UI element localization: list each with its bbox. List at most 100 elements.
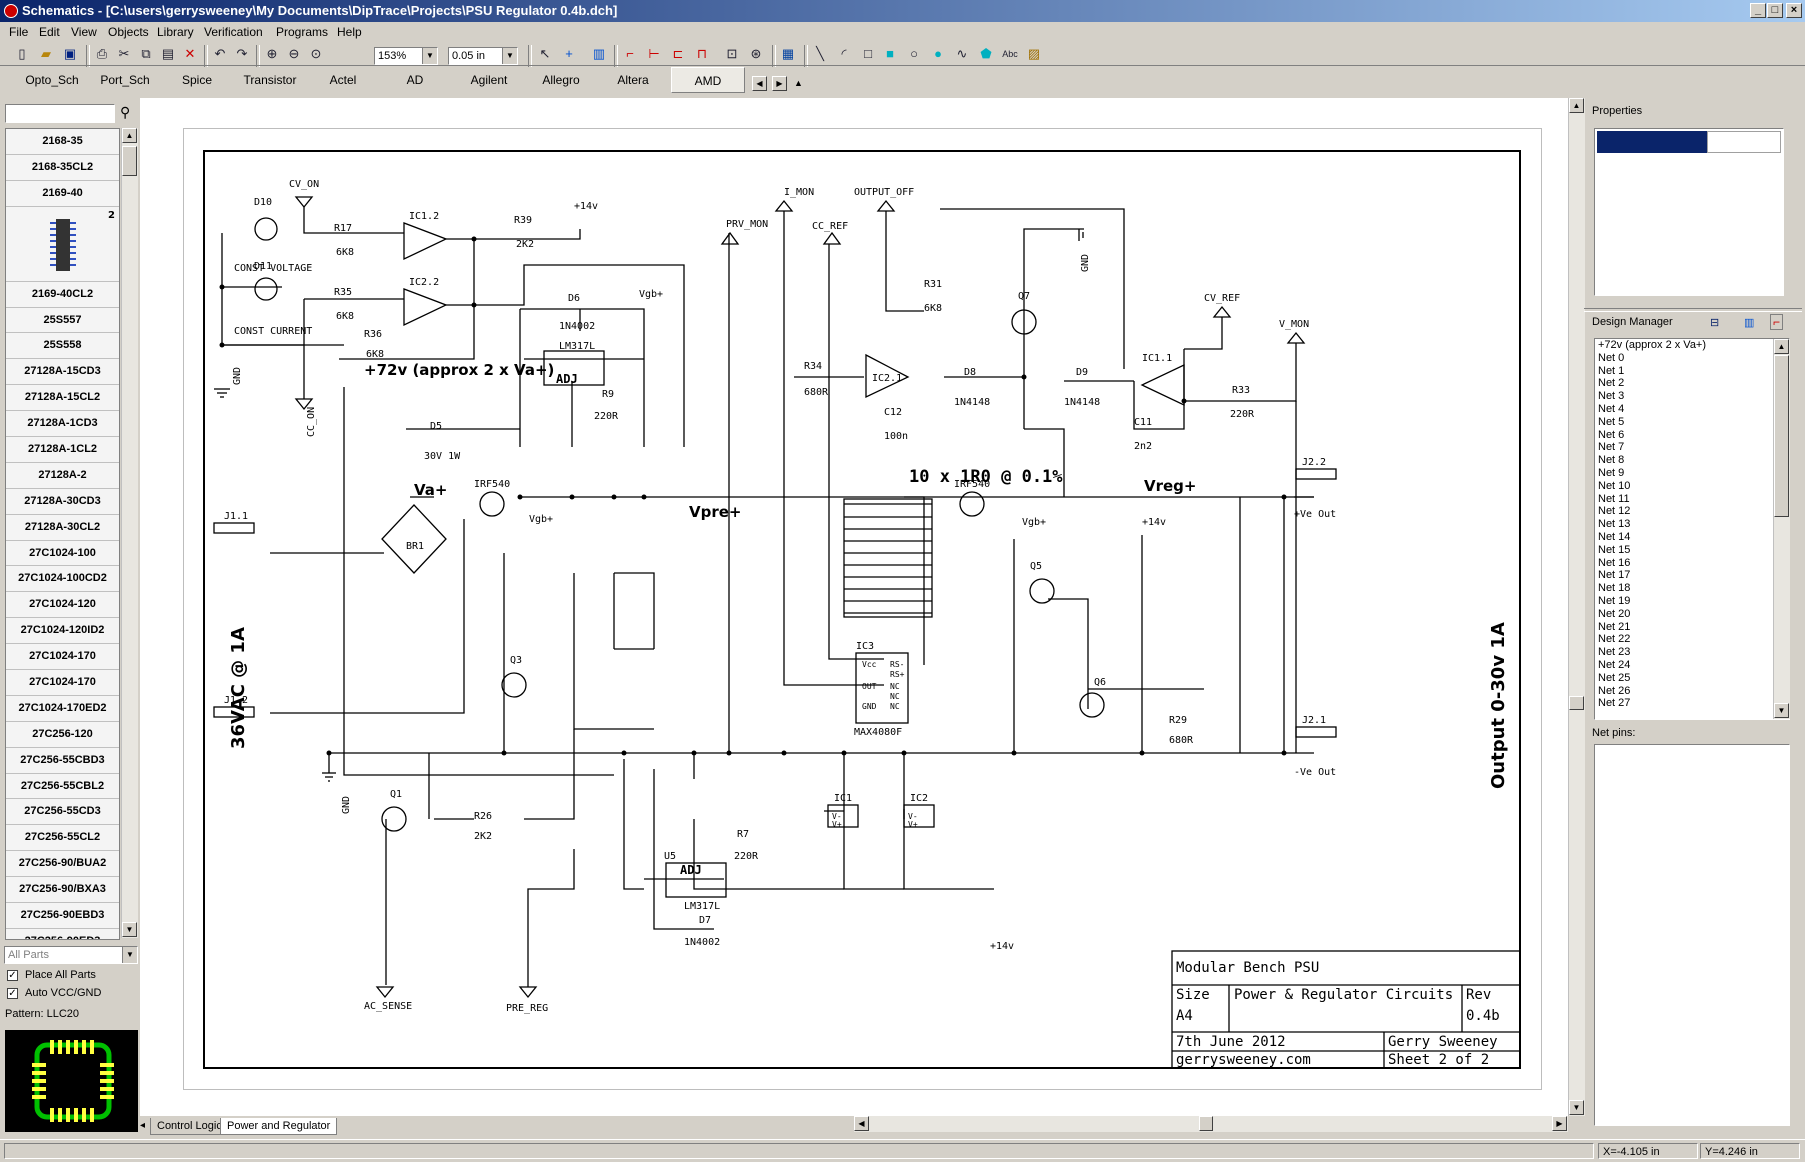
part-list-item[interactable]: 2169-40CL2	[6, 281, 119, 308]
net-list-item[interactable]: Net 10	[1595, 480, 1789, 493]
part-list-item[interactable]: 27128A-15CL2	[6, 385, 119, 412]
library-tab-port-sch[interactable]: Port_Sch	[88, 67, 162, 93]
select-pointer-icon[interactable]: ↖	[535, 44, 555, 64]
net-list-item[interactable]: Net 1	[1595, 365, 1789, 378]
part-search-input[interactable]	[5, 104, 115, 123]
part-list-item[interactable]: 27C256-90EBD3	[6, 903, 119, 929]
paste-icon[interactable]: ▤	[158, 44, 178, 64]
part-list-item[interactable]: 27C256-55CD3	[6, 799, 119, 826]
net-list-item[interactable]: Net 17	[1595, 569, 1789, 582]
net-list-item[interactable]: Net 12	[1595, 505, 1789, 518]
redo-icon[interactable]: ↷	[232, 44, 252, 64]
menu-file[interactable]: File	[9, 25, 28, 39]
net-list[interactable]: +72v (approx 2 x Va+) Net 0 Net 1 Net 2 Net …	[1594, 338, 1790, 720]
part-list-item[interactable]: 27C1024-170	[6, 670, 119, 696]
library-tab-allegro[interactable]: Allegro	[524, 67, 598, 93]
chevron-down-icon[interactable]: ▼	[502, 48, 517, 64]
scroll-thumb[interactable]	[122, 146, 137, 176]
zoom-combo[interactable]: 153% ▼	[374, 47, 438, 65]
net-list-item[interactable]: Net 16	[1595, 557, 1789, 570]
part-list-item[interactable]: 27C256-55CBD3	[6, 747, 119, 774]
filled-rectangle-icon[interactable]: ■	[880, 44, 900, 64]
scroll-thumb[interactable]	[1774, 355, 1789, 517]
library-tab-amd[interactable]: AMD	[671, 67, 745, 93]
library-tab-actel[interactable]: Actel	[306, 67, 380, 93]
print-icon[interactable]: ⎙	[92, 44, 112, 64]
net-list-item[interactable]: Net 0	[1595, 352, 1789, 365]
sheet-tab-control-logic[interactable]: Control Logic	[150, 1118, 229, 1135]
new-file-icon[interactable]: ▯	[12, 44, 32, 64]
part-list-item[interactable]: 27C1024-170ED2	[6, 695, 119, 722]
net-list-item[interactable]: Net 11	[1595, 493, 1789, 506]
component-icon[interactable]: ▥	[589, 44, 609, 64]
part-list-item[interactable]: 25S557	[6, 307, 119, 334]
zoom-out-icon[interactable]: ⊖	[284, 44, 304, 64]
part-list-item[interactable]: 27128A-15CD3	[6, 359, 119, 386]
part-list-item[interactable]: 2169-40	[6, 180, 119, 207]
net-pins-panel[interactable]	[1594, 744, 1790, 1126]
scroll-down-icon[interactable]: ▼	[1774, 703, 1789, 718]
part-list-scrollbar[interactable]: ▲ ▼	[121, 128, 138, 938]
part-list-item[interactable]: 2168-35CL2	[6, 154, 119, 181]
wire-icon[interactable]: ⌐	[620, 44, 640, 64]
part-list-item[interactable]: 27C1024-170	[6, 644, 119, 671]
grid-combo[interactable]: 0.05 in ▼	[448, 47, 518, 65]
net-list-scrollbar[interactable]: ▲ ▼	[1773, 339, 1790, 719]
part-preview[interactable]: 2	[6, 206, 119, 282]
part-list-item[interactable]: 27C256-90/BUA2	[6, 851, 119, 878]
net-list-item[interactable]: Net 22	[1595, 633, 1789, 646]
filled-ellipse-icon[interactable]: ●	[928, 44, 948, 64]
library-tab-opto-sch[interactable]: Opto_Sch	[12, 67, 92, 93]
net-list-item[interactable]: Net 7	[1595, 441, 1789, 454]
open-file-icon[interactable]: ▰	[36, 44, 56, 64]
net-list-item[interactable]: Net 4	[1595, 403, 1789, 416]
net-list-item[interactable]: Net 2	[1595, 377, 1789, 390]
copy-icon[interactable]: ⧉	[136, 44, 156, 64]
text-icon[interactable]: Abc	[1000, 44, 1020, 64]
library-tab-ad[interactable]: AD	[378, 67, 452, 93]
part-list-item[interactable]: 27C1024-120	[6, 592, 119, 619]
net-list-item[interactable]: Net 6	[1595, 429, 1789, 442]
bus-icon[interactable]: ⊢	[644, 44, 664, 64]
sheet-tab-power-regulator[interactable]: Power and Regulator	[220, 1118, 338, 1135]
menu-objects[interactable]: Objects	[108, 25, 149, 39]
scroll-down-icon[interactable]: ▼	[1569, 1100, 1584, 1115]
property-value-field[interactable]	[1707, 131, 1781, 153]
net-list-item[interactable]: Net 5	[1595, 416, 1789, 429]
dm-tree-icon[interactable]: ⊟	[1710, 316, 1719, 329]
part-list-item[interactable]: 25S558	[6, 333, 119, 360]
chevron-down-icon[interactable]: ▼	[422, 48, 437, 64]
hierarchy-icon[interactable]: ⊓	[692, 44, 712, 64]
rectangle-icon[interactable]: □	[858, 44, 878, 64]
save-icon[interactable]: ▣	[60, 44, 80, 64]
menu-edit[interactable]: Edit	[39, 25, 60, 39]
net-check-icon[interactable]: ⊛	[746, 44, 766, 64]
dm-nets-icon[interactable]: ⌐	[1770, 314, 1784, 330]
net-list-item[interactable]: Net 14	[1595, 531, 1789, 544]
place-all-checkbox[interactable]: ✓	[7, 970, 18, 981]
net-list-item[interactable]: Net 15	[1595, 544, 1789, 557]
part-list[interactable]: 2168-35 2168-35CL2 2169-40 2 2169-40CL2 25S55…	[5, 128, 120, 940]
arc-icon[interactable]: ◜	[834, 44, 854, 64]
part-list-item[interactable]: 27128A-1CL2	[6, 437, 119, 463]
undo-icon[interactable]: ↶	[210, 44, 230, 64]
canvas-vscrollbar[interactable]: ▲ ▼	[1568, 98, 1585, 1116]
net-list-item[interactable]: Net 18	[1595, 582, 1789, 595]
polygon-icon[interactable]: ⬟	[976, 44, 996, 64]
net-list-item[interactable]: Net 8	[1595, 454, 1789, 467]
schematic-sheet[interactable]: Modular Bench PSU Size A4 Power & Regula…	[183, 128, 1542, 1090]
net-list-item[interactable]: Net 24	[1595, 659, 1789, 672]
part-list-item[interactable]: 27C256-55CBL2	[6, 773, 119, 800]
part-filter-select[interactable]: All Parts ▼	[4, 946, 138, 964]
net-list-item[interactable]: Net 27	[1595, 697, 1789, 710]
library-menu-icon[interactable]: ▲	[794, 78, 803, 88]
sheet-tabs-scroll-icon[interactable]: ◂	[140, 1120, 145, 1131]
net-list-item[interactable]: Net 26	[1595, 685, 1789, 698]
net-list-item[interactable]: Net 9	[1595, 467, 1789, 480]
zoom-window-icon[interactable]: ⊙	[306, 44, 326, 64]
net-list-item[interactable]: +72v (approx 2 x Va+)	[1595, 339, 1789, 352]
maximize-button[interactable]: □	[1767, 3, 1783, 18]
scroll-thumb[interactable]	[1199, 1116, 1213, 1131]
dm-components-icon[interactable]: ▥	[1744, 316, 1754, 329]
library-tab-transistor[interactable]: Transistor	[232, 67, 308, 93]
